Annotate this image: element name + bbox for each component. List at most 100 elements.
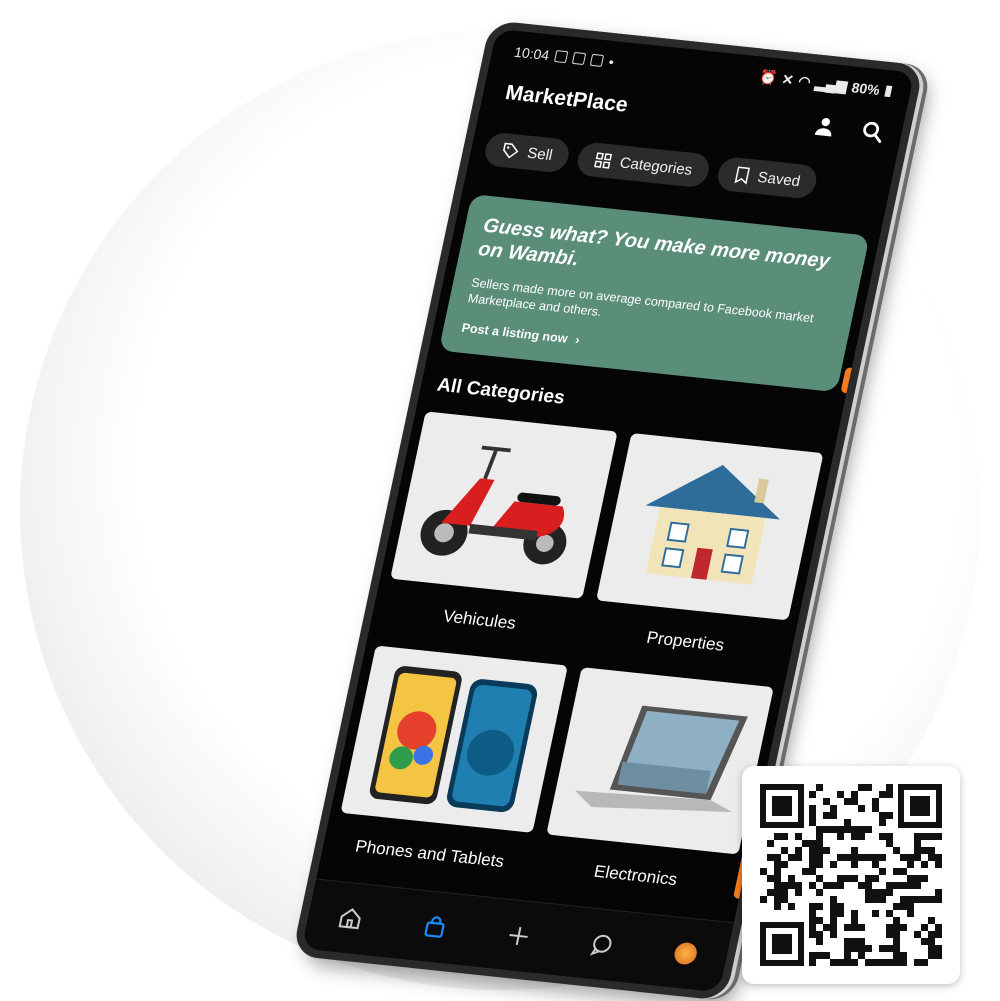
qr-module [802,840,809,847]
qr-module [844,826,851,833]
saved-chip-label: Saved [756,168,802,190]
qr-module [816,847,823,854]
qr-module [760,868,767,875]
qr-module [893,931,900,938]
qr-module [844,875,851,882]
qr-module [893,868,900,875]
qr-module [837,826,844,833]
laptop-image [546,666,774,855]
qr-module [774,889,781,896]
qr-module [830,924,837,931]
qr-module [893,945,900,952]
qr-module [816,833,823,840]
qr-module [830,812,837,819]
sell-chip[interactable]: Sell [482,131,572,174]
battery-text: 80% [850,78,882,98]
qr-module [914,875,921,882]
qr-module [928,847,935,854]
category-card-electronics[interactable]: Electronics [532,666,774,921]
qr-module [851,826,858,833]
battery-icon: ▮ [883,81,895,99]
qr-module [935,931,942,938]
qr-module [893,882,900,889]
qr-module [774,882,781,889]
qr-module [893,903,900,910]
qr-module [886,784,893,791]
qr-module [760,896,767,903]
qr-module [844,945,851,952]
search-icon[interactable] [859,120,885,144]
category-card-phones[interactable]: Phones and Tablets [326,644,569,899]
qr-module [900,854,907,861]
qr-module [921,833,928,840]
qr-module [795,854,802,861]
qr-module [858,833,865,840]
qr-module [830,917,837,924]
chevron-right-icon: › [574,332,582,347]
qr-module [774,896,781,903]
qr-module [872,959,879,966]
qr-module [809,868,816,875]
home-icon[interactable] [336,905,365,931]
qr-module [879,959,886,966]
qr-module [907,882,914,889]
qr-module [830,826,837,833]
category-card-vehicules[interactable]: Vehicules [376,410,618,665]
qr-module [886,910,893,917]
qr-module [886,889,893,896]
category-card-properties[interactable]: Properties [582,432,824,687]
qr-module [907,854,914,861]
plus-icon[interactable] [504,923,533,949]
qr-module [914,833,921,840]
tag-icon [503,142,519,159]
qr-module [893,924,900,931]
post-listing-label: Post a listing now [460,320,570,346]
qr-module [935,952,942,959]
qr-module [844,959,851,966]
qr-module [823,847,830,854]
qr-module [851,917,858,924]
qr-module [865,875,872,882]
avatar[interactable] [672,941,699,966]
qr-module [837,910,844,917]
qr-module [893,917,900,924]
qr-module [928,938,935,945]
qr-module [767,889,774,896]
qr-module [886,931,893,938]
qr-module [844,798,851,805]
person-icon[interactable] [812,115,838,139]
qr-module [872,854,879,861]
qr-module [837,875,844,882]
qr-module [858,945,865,952]
qr-module [914,896,921,903]
qr-module [858,924,865,931]
qr-module [781,861,788,868]
qr-module [823,798,830,805]
qr-module [809,910,816,917]
qr-module [865,854,872,861]
shopping-bag-icon[interactable] [420,914,449,940]
qr-module [879,854,886,861]
categories-chip[interactable]: Categories [574,141,712,189]
qr-module [851,833,858,840]
wifi-icon: ◠ [796,72,813,90]
saved-chip[interactable]: Saved [714,155,820,200]
grid-icon [594,152,613,169]
house-image [596,432,824,620]
qr-module [907,861,914,868]
qr-module [893,938,900,945]
qr-module [914,959,921,966]
qr-module [872,910,879,917]
qr-module [872,889,879,896]
qr-module [865,896,872,903]
qr-module [809,861,816,868]
chat-icon[interactable] [588,932,617,958]
qr-module [907,896,914,903]
qr-module [865,882,872,889]
qr-module [851,861,858,868]
qr-module [809,854,816,861]
qr-module [872,861,879,868]
qr-module [830,861,837,868]
qr-module [795,833,802,840]
qr-module [886,924,893,931]
